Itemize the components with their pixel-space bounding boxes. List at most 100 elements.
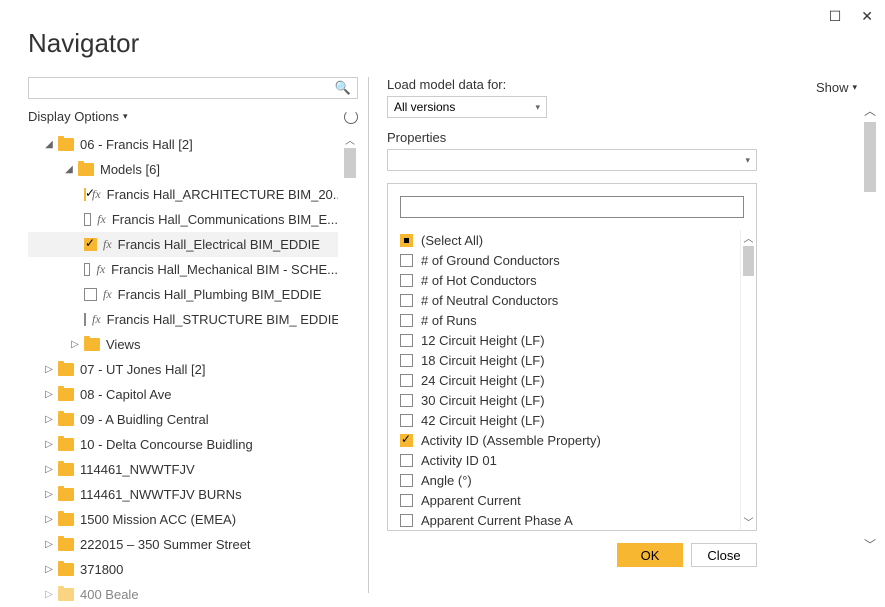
property-item[interactable]: Activity ID 01 <box>400 450 740 470</box>
folder-icon <box>58 363 74 376</box>
property-item[interactable]: 42 Circuit Height (LF) <box>400 410 740 430</box>
ok-button[interactable]: OK <box>617 543 683 567</box>
expand-icon[interactable]: ▷ <box>44 464 54 475</box>
expand-icon[interactable]: ▷ <box>44 439 54 450</box>
close-window-button[interactable]: ✕ <box>861 8 873 25</box>
property-item[interactable]: # of Ground Conductors <box>400 250 740 270</box>
tree-folder[interactable]: ▷371800 <box>28 557 338 582</box>
properties-label: Properties <box>387 130 857 145</box>
property-item[interactable]: Activity ID (Assemble Property) <box>400 430 740 450</box>
tree-folder[interactable]: ▷222015 – 350 Summer Street <box>28 532 338 557</box>
collapse-icon[interactable]: ◢ <box>44 139 54 150</box>
property-item[interactable]: # of Runs <box>400 310 740 330</box>
properties-search-wrap[interactable] <box>400 196 744 218</box>
divider <box>368 77 369 593</box>
property-item[interactable]: # of Hot Conductors <box>400 270 740 290</box>
tree-folder[interactable]: ▷114461_NWWTFJV BURNs <box>28 482 338 507</box>
checkbox[interactable] <box>400 374 413 387</box>
versions-dropdown[interactable]: All versions ▾ <box>387 96 547 118</box>
expand-icon[interactable]: ▷ <box>44 364 54 375</box>
search-input[interactable] <box>35 81 335 95</box>
property-item[interactable]: 24 Circuit Height (LF) <box>400 370 740 390</box>
checkbox[interactable] <box>400 514 413 527</box>
tree-view[interactable]: ◢06 - Francis Hall [2] ◢Models [6] fxFra… <box>28 132 338 607</box>
checkbox-checked[interactable] <box>84 188 86 201</box>
tree-folder[interactable]: ◢06 - Francis Hall [2] <box>28 132 338 157</box>
expand-icon[interactable]: ▷ <box>44 564 54 575</box>
search-icon[interactable]: 🔍 <box>335 80 351 96</box>
display-options-menu[interactable]: Display Options ▾ <box>28 109 128 124</box>
checkbox[interactable] <box>84 288 97 301</box>
tree-model-item[interactable]: fxFrancis Hall_STRUCTURE BIM_ EDDIE <box>28 307 338 332</box>
tree-folder[interactable]: ▷08 - Capitol Ave <box>28 382 338 407</box>
checkbox[interactable] <box>400 474 413 487</box>
checkbox[interactable] <box>400 294 413 307</box>
checkbox[interactable] <box>84 263 90 276</box>
select-all-item[interactable]: (Select All) <box>400 230 740 250</box>
folder-icon <box>58 138 74 151</box>
tree-model-item[interactable]: fxFrancis Hall_Plumbing BIM_EDDIE <box>28 282 338 307</box>
checkbox-checked[interactable] <box>400 434 413 447</box>
tree-folder[interactable]: ▷10 - Delta Concourse Buidling <box>28 432 338 457</box>
tree-scrollbar[interactable]: ︿ <box>342 132 358 607</box>
collapse-icon[interactable]: ◢ <box>64 164 74 175</box>
property-item[interactable]: Apparent Current <box>400 490 740 510</box>
tree-folder[interactable]: ▷1500 Mission ACC (EMEA) <box>28 507 338 532</box>
property-item[interactable]: 12 Circuit Height (LF) <box>400 330 740 350</box>
properties-panel: (Select All) # of Ground Conductors # of… <box>387 183 757 531</box>
expand-icon[interactable]: ▷ <box>44 414 54 425</box>
checkbox[interactable] <box>400 254 413 267</box>
maximize-button[interactable]: ☐ <box>829 8 842 25</box>
properties-search-input[interactable] <box>401 197 743 217</box>
checkbox[interactable] <box>400 354 413 367</box>
fx-icon: fx <box>103 237 112 252</box>
folder-icon <box>58 413 74 426</box>
checkbox[interactable] <box>400 314 413 327</box>
close-button[interactable]: Close <box>691 543 757 567</box>
checkbox[interactable] <box>400 414 413 427</box>
properties-dropdown[interactable]: ▾ <box>387 149 757 171</box>
tree-model-item[interactable]: fxFrancis Hall_ARCHITECTURE BIM_20... <box>28 182 338 207</box>
folder-icon <box>58 513 74 526</box>
scroll-thumb[interactable] <box>743 246 754 276</box>
tree-model-item[interactable]: fxFrancis Hall_Electrical BIM_EDDIE <box>28 232 338 257</box>
checkbox[interactable] <box>84 313 86 326</box>
search-input-wrap[interactable]: 🔍 <box>28 77 358 99</box>
tree-folder[interactable]: ▷09 - A Buidling Central <box>28 407 338 432</box>
checkbox[interactable] <box>400 394 413 407</box>
property-item[interactable]: 18 Circuit Height (LF) <box>400 350 740 370</box>
scroll-thumb[interactable] <box>344 148 356 178</box>
expand-icon[interactable]: ▷ <box>44 489 54 500</box>
scroll-up-icon[interactable]: ︿ <box>741 230 756 246</box>
tree-folder[interactable]: ▷Views <box>28 332 338 357</box>
tree-model-item[interactable]: fxFrancis Hall_Mechanical BIM - SCHE... <box>28 257 338 282</box>
expand-icon[interactable]: ▷ <box>44 589 54 600</box>
checkbox-partial[interactable] <box>400 234 413 247</box>
tree-model-item[interactable]: fxFrancis Hall_Communications BIM_E... <box>28 207 338 232</box>
property-item[interactable]: # of Neutral Conductors <box>400 290 740 310</box>
expand-icon[interactable]: ▷ <box>44 389 54 400</box>
property-item[interactable]: Apparent Current Phase A <box>400 510 740 530</box>
expand-icon[interactable]: ▷ <box>44 539 54 550</box>
properties-scrollbar[interactable]: ︿ ﹀ <box>740 230 756 530</box>
tree-folder[interactable]: ▷07 - UT Jones Hall [2] <box>28 357 338 382</box>
tree-folder[interactable]: ◢Models [6] <box>28 157 338 182</box>
checkbox[interactable] <box>400 454 413 467</box>
checkbox[interactable] <box>400 494 413 507</box>
folder-icon <box>58 463 74 476</box>
checkbox[interactable] <box>400 334 413 347</box>
checkbox[interactable] <box>84 213 91 226</box>
scroll-up-icon[interactable]: ︿ <box>342 132 358 148</box>
property-item[interactable]: Angle (°) <box>400 470 740 490</box>
property-item[interactable]: 30 Circuit Height (LF) <box>400 390 740 410</box>
expand-icon[interactable]: ▷ <box>44 514 54 525</box>
tree-folder[interactable]: ▷400 Beale <box>28 582 338 607</box>
properties-list[interactable]: (Select All) # of Ground Conductors # of… <box>388 230 740 530</box>
tree-folder[interactable]: ▷114461_NWWTFJV <box>28 457 338 482</box>
checkbox-checked[interactable] <box>84 238 97 251</box>
scroll-down-icon[interactable]: ﹀ <box>741 514 756 530</box>
refresh-icon[interactable] <box>344 110 358 124</box>
checkbox[interactable] <box>400 274 413 287</box>
expand-icon[interactable]: ▷ <box>70 339 80 350</box>
fx-icon: fx <box>92 312 101 327</box>
